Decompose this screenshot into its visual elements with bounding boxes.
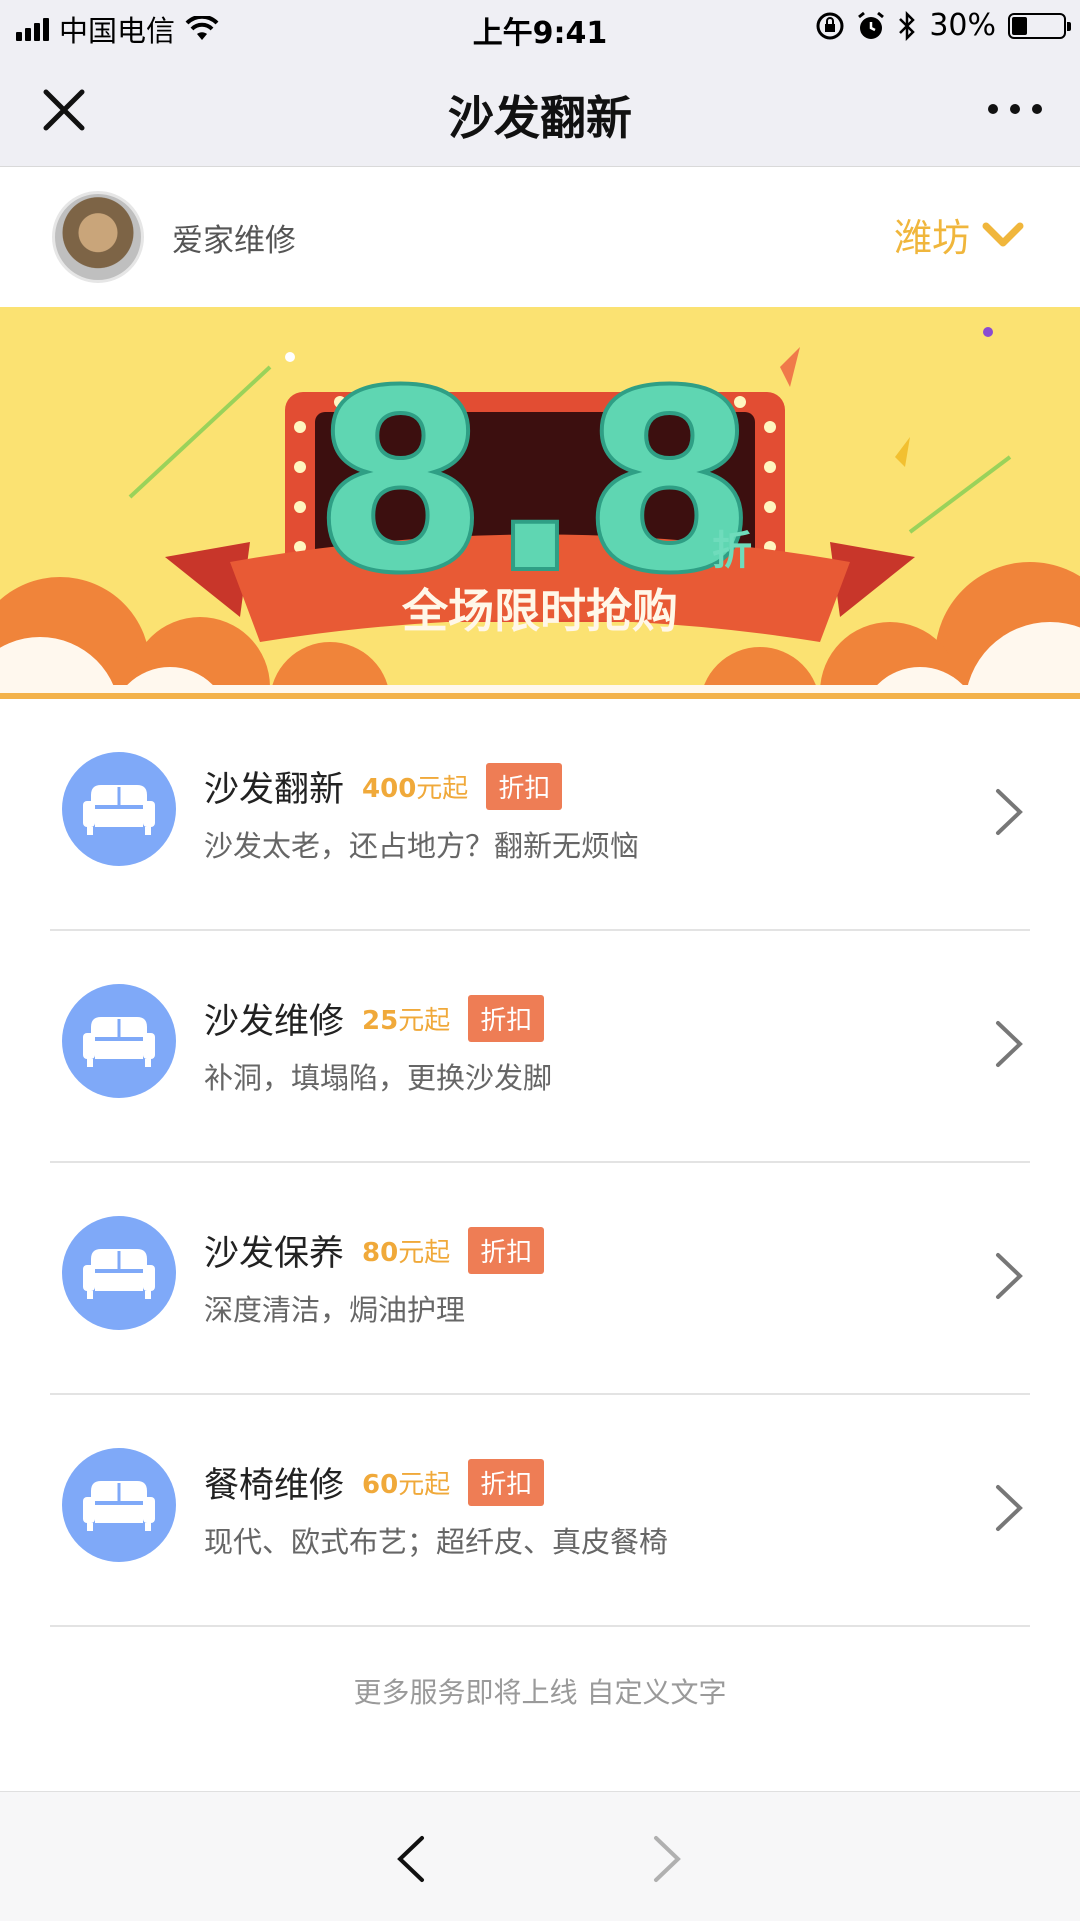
page-title: 沙发翻新 bbox=[448, 91, 632, 145]
battery-icon bbox=[1008, 12, 1071, 39]
service-price: 25元起 bbox=[362, 1006, 451, 1036]
forward-arrow-icon[interactable] bbox=[650, 1834, 684, 1884]
bluetooth-icon bbox=[899, 10, 916, 41]
footer-note: 更多服务即将上线 自定义文字 bbox=[353, 1676, 727, 1709]
service-name: 沙发翻新 bbox=[204, 770, 345, 810]
sofa-icon bbox=[62, 1448, 176, 1562]
service-price: 60元起 bbox=[362, 1470, 451, 1500]
service-desc: 沙发太老，还占地方？翻新无烦恼 bbox=[204, 829, 640, 863]
discount-badge: 折扣 bbox=[468, 1227, 545, 1274]
chevron-right-icon bbox=[996, 789, 1023, 835]
service-row[interactable]: 沙发维修 25元起 折扣 补洞，填塌陷，更换沙发脚 bbox=[0, 931, 1080, 1163]
shop-name: 爱家维修 bbox=[172, 223, 296, 259]
alarm-icon bbox=[858, 11, 885, 39]
status-right: 30% bbox=[815, 8, 1071, 43]
chevron-right-icon bbox=[996, 1485, 1023, 1531]
discount-badge: 折扣 bbox=[468, 995, 545, 1042]
service-row[interactable]: 沙发翻新 400元起 折扣 沙发太老，还占地方？翻新无烦恼 bbox=[0, 699, 1080, 931]
service-name: 沙发保养 bbox=[204, 1234, 345, 1274]
more-icon[interactable] bbox=[988, 104, 1042, 114]
service-title-line: 沙发保养 80元起 折扣 bbox=[204, 1225, 545, 1276]
service-title-line: 沙发维修 25元起 折扣 bbox=[204, 993, 545, 1044]
city-label: 潍坊 bbox=[893, 216, 970, 260]
service-price: 400元起 bbox=[362, 774, 469, 804]
back-arrow-icon[interactable] bbox=[394, 1834, 428, 1884]
nav-bar: 沙发翻新 bbox=[0, 54, 1080, 167]
service-price: 80元起 bbox=[362, 1238, 451, 1268]
battery-fill bbox=[1012, 16, 1027, 35]
shop-avatar bbox=[52, 191, 144, 283]
chevron-down-icon bbox=[982, 222, 1024, 246]
service-desc: 深度清洁，焗油护理 bbox=[204, 1293, 466, 1327]
service-title-line: 沙发翻新 400元起 折扣 bbox=[204, 761, 563, 812]
banner-slogan: 全场限时抢购 bbox=[401, 584, 678, 638]
sofa-icon bbox=[62, 752, 176, 866]
chevron-right-icon bbox=[996, 1253, 1023, 1299]
service-name: 餐椅维修 bbox=[204, 1466, 345, 1506]
service-desc: 现代、欧式布艺；超纤皮、真皮餐椅 bbox=[204, 1525, 669, 1559]
discount-badge: 折扣 bbox=[468, 1459, 545, 1506]
city-selector[interactable]: 潍坊 bbox=[894, 207, 1024, 262]
battery-percent: 30% bbox=[929, 8, 996, 43]
bottom-toolbar bbox=[0, 1791, 1080, 1921]
discount-badge: 折扣 bbox=[486, 763, 563, 810]
promo-banner-art: 8.8 折 全场限时抢购 bbox=[0, 307, 1080, 699]
service-row[interactable]: 沙发保养 80元起 折扣 深度清洁，焗油护理 bbox=[0, 1163, 1080, 1395]
sofa-icon bbox=[62, 1216, 176, 1330]
divider bbox=[50, 1625, 1030, 1627]
sofa-icon bbox=[62, 984, 176, 1098]
shop-header: 爱家维修 潍坊 bbox=[0, 167, 1080, 307]
service-row[interactable]: 餐椅维修 60元起 折扣 现代、欧式布艺；超纤皮、真皮餐椅 bbox=[0, 1395, 1080, 1627]
service-name: 沙发维修 bbox=[204, 1002, 345, 1042]
status-bar: 中国电信 上午9:41 30% bbox=[0, 0, 1080, 54]
service-list: 沙发翻新 400元起 折扣 沙发太老，还占地方？翻新无烦恼 沙发维修 25元起 … bbox=[0, 699, 1080, 1791]
banner-discount-unit: 折 bbox=[712, 528, 752, 574]
rotation-lock-icon bbox=[816, 12, 844, 39]
promo-banner[interactable]: 8.8 折 全场限时抢购 bbox=[0, 307, 1080, 699]
service-desc: 补洞，填塌陷，更换沙发脚 bbox=[204, 1061, 553, 1095]
chevron-right-icon bbox=[996, 1021, 1023, 1067]
service-title-line: 餐椅维修 60元起 折扣 bbox=[204, 1457, 545, 1508]
